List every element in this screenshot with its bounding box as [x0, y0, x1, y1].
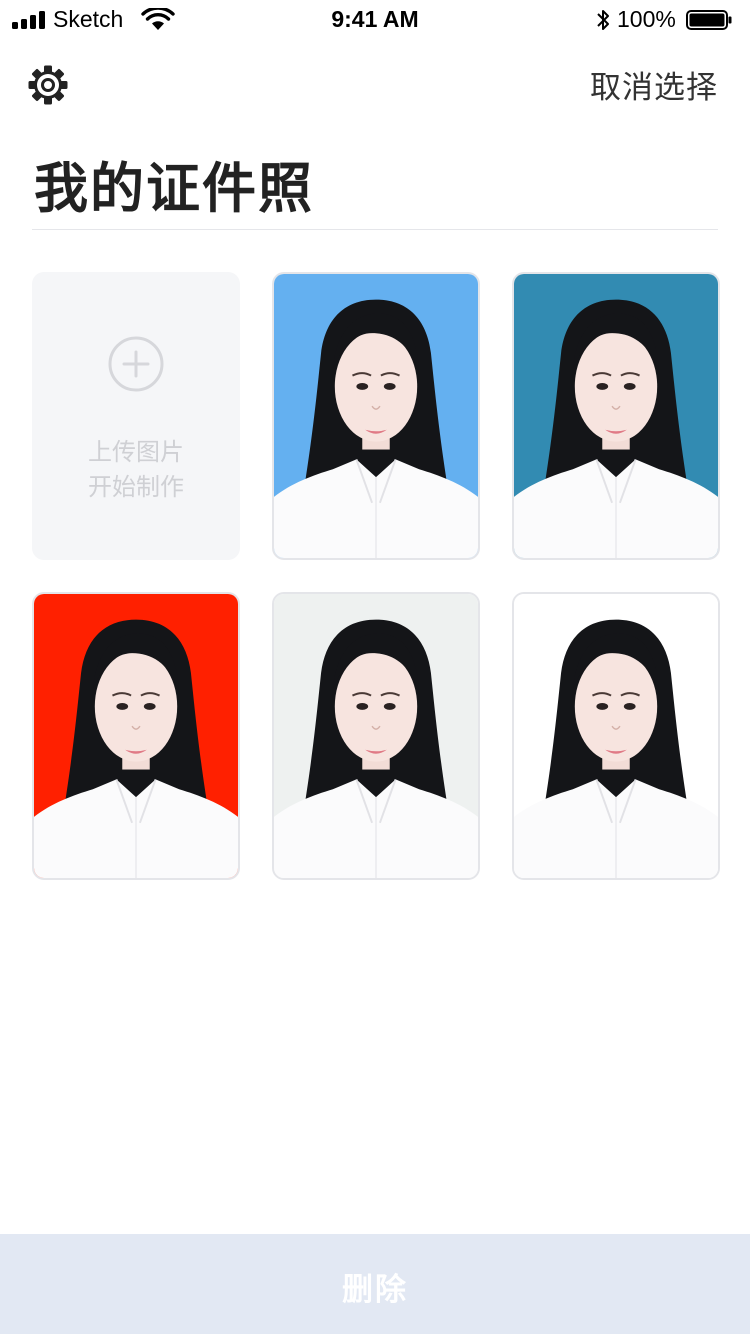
- portrait-image: [514, 274, 718, 558]
- id-photo-card[interactable]: [32, 592, 240, 880]
- gear-icon[interactable]: [26, 63, 70, 107]
- id-photo-card[interactable]: [512, 592, 720, 880]
- portrait-image: [274, 594, 478, 878]
- upload-card[interactable]: 上传图片 开始制作: [32, 272, 240, 560]
- page-title: 我的证件照: [34, 157, 314, 220]
- id-photo-card[interactable]: [272, 592, 480, 880]
- portrait-image: [34, 594, 238, 878]
- status-bar: Sketch 9:41 AM 100%: [0, 0, 750, 40]
- bluetooth-icon: [597, 10, 609, 30]
- delete-button[interactable]: 删除: [0, 1234, 750, 1334]
- id-photo-card[interactable]: [272, 272, 480, 560]
- cancel-select-button[interactable]: 取消选择: [590, 62, 718, 107]
- portrait-image: [514, 594, 718, 878]
- delete-label: 删除: [342, 1272, 408, 1308]
- portrait-image: [274, 274, 478, 558]
- battery-icon: [686, 10, 732, 30]
- id-photo-card[interactable]: [512, 272, 720, 560]
- plus-circle-icon: [108, 336, 164, 392]
- battery-percentage: 100%: [617, 6, 676, 32]
- upload-text-line1: 上传图片: [88, 438, 184, 466]
- upload-text-line2: 开始制作: [88, 473, 184, 501]
- title-divider: [32, 229, 718, 230]
